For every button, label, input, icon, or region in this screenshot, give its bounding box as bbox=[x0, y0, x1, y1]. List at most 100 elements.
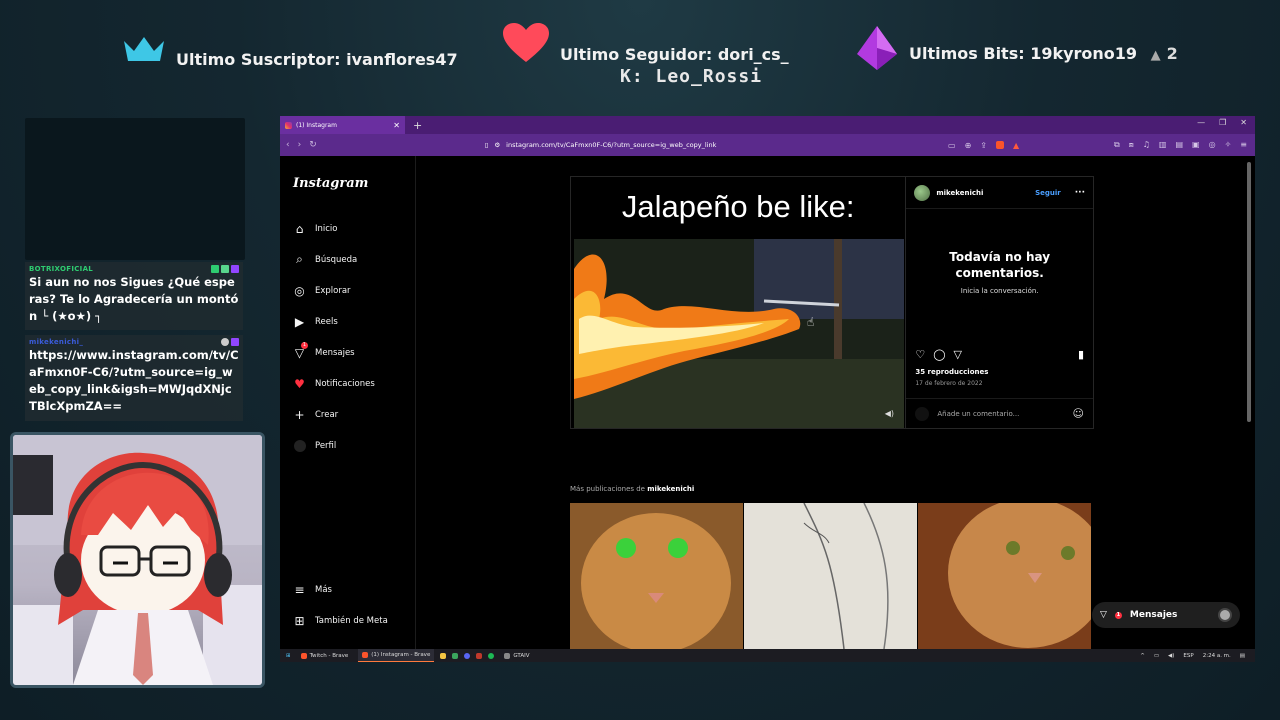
menu-icon[interactable]: ≡ bbox=[1240, 140, 1247, 150]
new-tab-button[interactable]: + bbox=[413, 119, 422, 132]
window-controls: — ❐ ✕ bbox=[1197, 118, 1247, 127]
leo-icon[interactable]: ✧ bbox=[1225, 140, 1232, 150]
spotify-icon[interactable] bbox=[488, 652, 495, 659]
notifications-icon[interactable]: ▤ bbox=[1240, 653, 1245, 659]
post-details: mikekenichi Seguir ··· Todavía no hay co… bbox=[905, 177, 1093, 428]
post-thumbnail[interactable] bbox=[918, 503, 1091, 649]
like-icon[interactable]: ♡ bbox=[915, 348, 925, 361]
post-actions: ♡ ◯ ▽ ▮ bbox=[915, 348, 1084, 361]
rewards-icon[interactable]: ▲ bbox=[1013, 141, 1019, 150]
post-card: Jalapeño be like: ◀) ☝ mikekenichi Segui… bbox=[570, 176, 1094, 429]
clock[interactable]: 2:24 a. m. bbox=[1203, 653, 1231, 659]
tab-instagram[interactable]: (1) Instagram ✕ bbox=[280, 116, 405, 134]
post-username[interactable]: mikekenichi bbox=[936, 189, 983, 197]
sidebar-icon[interactable]: ▥ bbox=[1159, 140, 1167, 150]
close-tab-icon[interactable]: ✕ bbox=[393, 121, 400, 130]
post-caption-title: Jalapeño be like: bbox=[621, 189, 855, 224]
more-options-icon[interactable]: ··· bbox=[1075, 188, 1085, 198]
crown-icon bbox=[124, 36, 164, 61]
post-thumbnail[interactable] bbox=[744, 503, 917, 649]
twitch-icon bbox=[231, 265, 239, 273]
instagram-logo[interactable]: Instagram bbox=[293, 176, 368, 191]
taskbar: ⊞ Twitch - Brave (1) Instagram - Brave G… bbox=[280, 649, 1255, 662]
mute-icon[interactable]: ◀) bbox=[885, 409, 894, 418]
site-info-icon[interactable]: ⚙ bbox=[494, 141, 500, 149]
post-thumbnail[interactable] bbox=[570, 503, 743, 649]
scrollbar[interactable] bbox=[1247, 162, 1251, 422]
discord-icon[interactable] bbox=[464, 652, 471, 659]
nav-label: Más bbox=[315, 584, 332, 595]
restore-icon[interactable]: ❐ bbox=[1219, 118, 1226, 127]
avatar[interactable] bbox=[914, 184, 931, 201]
nav-item-search[interactable]: ⌕ Búsqueda bbox=[293, 252, 357, 266]
share-icon[interactable]: ⇪ bbox=[980, 141, 987, 150]
messages-button[interactable]: ▽ 1 Mensajes bbox=[1092, 602, 1240, 628]
app-icon[interactable] bbox=[452, 652, 459, 659]
nav-label: También de Meta bbox=[315, 615, 388, 626]
chat-message: BOTRIXOFICIAL Si aun no nos Sigues ¿Qué … bbox=[25, 262, 243, 330]
comment-input[interactable]: Añade un comentario... ☺ bbox=[906, 398, 1093, 428]
game-icon bbox=[504, 652, 511, 659]
meta-icon: ⊞ bbox=[294, 613, 305, 628]
more-posts-user[interactable]: mikekenichi bbox=[647, 485, 694, 493]
nav-label: Perfil bbox=[315, 440, 337, 451]
video-player[interactable]: ◀) bbox=[574, 239, 904, 428]
start-conversation-text: Inicia la conversación. bbox=[960, 287, 1039, 295]
emoji-icon[interactable]: ☺ bbox=[1073, 407, 1084, 420]
save-icon[interactable]: ▮ bbox=[1078, 348, 1084, 361]
chat-message-text: Si aun no nos Sigues ¿Qué esperas? Te lo… bbox=[29, 275, 239, 323]
comment-icon[interactable]: ◯ bbox=[933, 348, 945, 361]
follow-button[interactable]: Seguir bbox=[1035, 189, 1061, 197]
nav-item-notifications[interactable]: ♥ Notificaciones bbox=[293, 377, 375, 391]
music-icon[interactable]: ♫ bbox=[1143, 140, 1150, 150]
nav-item-meta[interactable]: ⊞ También de Meta bbox=[293, 613, 388, 628]
home-icon: ⌂ bbox=[295, 221, 304, 236]
vpn-icon[interactable]: ◎ bbox=[1209, 140, 1216, 150]
language-indicator[interactable]: ESP bbox=[1183, 653, 1193, 659]
fire-video-frame bbox=[574, 239, 904, 428]
minimize-icon[interactable]: — bbox=[1197, 118, 1205, 127]
nav-item-more[interactable]: ≡ Más bbox=[293, 583, 332, 597]
extension-icon[interactable]: ⧉ bbox=[1114, 140, 1120, 150]
extension-icon[interactable]: ⧈ bbox=[1129, 140, 1134, 150]
network-icon[interactable]: ▭ bbox=[1154, 653, 1159, 659]
volume-icon[interactable]: ◀) bbox=[1168, 653, 1174, 659]
windows-icon[interactable]: ⊞ bbox=[286, 653, 291, 659]
taskbar-item-twitch[interactable]: Twitch - Brave bbox=[297, 649, 353, 662]
nav-label: Notificaciones bbox=[315, 378, 375, 389]
share-icon[interactable]: ▽ bbox=[954, 348, 962, 361]
sketch-photo bbox=[744, 503, 917, 649]
back-icon[interactable]: ‹ bbox=[286, 140, 290, 150]
forward-icon[interactable]: › bbox=[298, 140, 302, 150]
wallet-icon[interactable]: ▤ bbox=[1175, 140, 1183, 150]
chat-message-text: https://www.instagram.com/tv/CaFmxn0F-C6… bbox=[29, 348, 239, 413]
gem-icon bbox=[857, 26, 897, 70]
post-media[interactable]: Jalapeño be like: ◀) ☝ bbox=[571, 177, 906, 428]
taskbar-item-instagram[interactable]: (1) Instagram - Brave bbox=[358, 649, 435, 662]
url-field[interactable]: ▯ ⚙ instagram.com/tv/CaFmxn0F-C6/?utm_so… bbox=[485, 141, 717, 149]
brave-shield-icon[interactable] bbox=[995, 140, 1004, 149]
close-icon[interactable]: ✕ bbox=[1240, 118, 1247, 127]
last-bits-text: Ultimos Bits: 19kyrono19 ▲ 2 bbox=[909, 44, 1178, 63]
screenshot-icon[interactable]: ▭ bbox=[948, 141, 956, 150]
nav-item-explore[interactable]: ◎ Explorar bbox=[293, 284, 350, 298]
nav-item-create[interactable]: + Crear bbox=[293, 408, 338, 422]
taskbar-item-gtaiv[interactable]: GTAIV bbox=[500, 649, 533, 662]
last-follower-text: Ultimo Seguidor: dori_cs_ bbox=[560, 44, 789, 64]
reload-icon[interactable]: ↻ bbox=[309, 140, 317, 150]
vtuber-avatar bbox=[13, 435, 262, 685]
nav-item-reels[interactable]: ▶ Reels bbox=[293, 315, 338, 329]
nav-item-profile[interactable]: Perfil bbox=[293, 439, 336, 452]
toolbar-icons: ⧉ ⧈ ♫ ▥ ▤ ▣ ◎ ✧ ≡ bbox=[1114, 140, 1247, 150]
folder-icon[interactable] bbox=[440, 652, 447, 659]
zoom-icon[interactable]: ⊕ bbox=[965, 141, 972, 150]
extension-icon[interactable]: ▣ bbox=[1192, 140, 1200, 150]
tray-chevron-icon[interactable]: ^ bbox=[1140, 653, 1145, 659]
app-icon[interactable] bbox=[476, 652, 483, 659]
heart-icon bbox=[503, 23, 549, 62]
badge-icon bbox=[221, 338, 229, 346]
nav-item-home[interactable]: ⌂ Inicio bbox=[293, 221, 338, 236]
nav-item-messages[interactable]: ▽ 1 Mensajes bbox=[293, 342, 355, 360]
bookmark-icon[interactable]: ▯ bbox=[485, 141, 489, 149]
post-header: mikekenichi Seguir ··· bbox=[906, 177, 1093, 209]
